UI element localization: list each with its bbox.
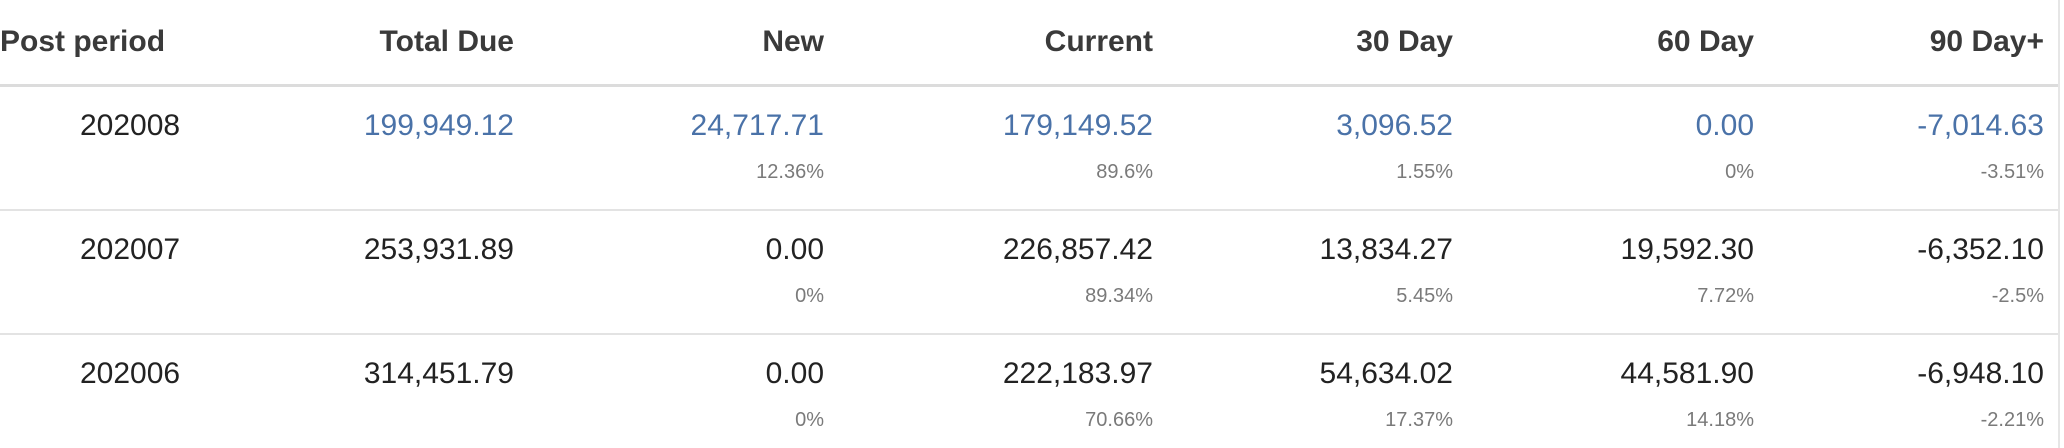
table-header: Post period Total Due New Current 30 Day… [0, 0, 2058, 87]
day60-cell: 19,592.30 7.72% [1467, 209, 1768, 335]
current-cell: 222,183.97 70.66% [838, 334, 1167, 448]
table-row: 202006 314,451.79 0.00 0% 222,183.97 70.… [0, 334, 2058, 448]
column-header-90-day-plus[interactable]: 90 Day+ [1768, 0, 2058, 87]
day90-cell: -6,948.10 -2.21% [1768, 334, 2058, 448]
total-due-value: 314,451.79 [363, 356, 514, 390]
day90-cell: -6,352.10 -2.5% [1768, 209, 2058, 335]
current-amount: 226,857.42 [1002, 232, 1153, 266]
total-due-cell: 314,451.79 [205, 334, 528, 448]
day90-amount: -6,352.10 [1917, 232, 2044, 266]
column-header-current[interactable]: Current [838, 0, 1167, 87]
day60-amount: 19,592.30 [1620, 232, 1754, 266]
total-due-cell: 253,931.89 [205, 209, 528, 335]
current-percent: 89.6% [1096, 161, 1153, 183]
current-cell: 179,149.52 89.6% [838, 85, 1167, 211]
post-period-value: 202006 [80, 356, 181, 390]
total-due-value: 253,931.89 [363, 232, 514, 266]
table-row: 202007 253,931.89 0.00 0% 226,857.42 89.… [0, 209, 2058, 335]
day60-amount: 44,581.90 [1620, 356, 1754, 390]
total-due-link[interactable]: 199,949.12 [205, 87, 514, 143]
day90-percent: -3.51% [1980, 161, 2044, 183]
new-amount: 0.00 [765, 356, 824, 390]
column-header-new[interactable]: New [528, 0, 838, 87]
day60-cell: 44,581.90 14.18% [1467, 334, 1768, 448]
current-percent: 70.66% [1085, 408, 1153, 431]
day90-cell: -7,014.63 -3.51% [1768, 85, 2058, 211]
day90-amount-link[interactable]: -7,014.63 [1768, 87, 2044, 143]
new-cell: 24,717.71 12.36% [528, 85, 838, 211]
period-cell: 202008 [0, 85, 205, 211]
current-amount: 222,183.97 [1002, 356, 1153, 390]
day30-amount: 13,834.27 [1319, 232, 1453, 266]
table-body: 202008 199,949.12 24,717.71 12.36% 179,1… [0, 85, 2058, 448]
day30-cell: 3,096.52 1.55% [1167, 85, 1467, 211]
day30-percent: 17.37% [1385, 408, 1453, 431]
aging-report-panel: Post period Total Due New Current 30 Day… [0, 0, 2064, 448]
new-percent: 0% [795, 284, 824, 307]
current-amount-link[interactable]: 179,149.52 [838, 87, 1153, 143]
day60-amount-link[interactable]: 0.00 [1467, 87, 1754, 143]
column-header-total-due[interactable]: Total Due [205, 0, 528, 87]
day30-cell: 54,634.02 17.37% [1167, 334, 1467, 448]
column-header-post-period[interactable]: Post period [0, 0, 205, 87]
new-percent: 12.36% [756, 161, 824, 183]
period-cell: 202007 [0, 209, 205, 335]
current-percent: 89.34% [1085, 284, 1153, 307]
new-amount: 0.00 [765, 232, 824, 266]
current-cell: 226,857.42 89.34% [838, 209, 1167, 335]
day30-cell: 13,834.27 5.45% [1167, 209, 1467, 335]
new-amount-link[interactable]: 24,717.71 [528, 87, 824, 143]
day60-percent: 14.18% [1686, 408, 1754, 431]
table-row: 202008 199,949.12 24,717.71 12.36% 179,1… [0, 85, 2058, 211]
post-period-value: 202008 [80, 109, 181, 142]
new-cell: 0.00 0% [528, 209, 838, 335]
day90-percent: -2.21% [1980, 408, 2044, 431]
day30-percent: 1.55% [1396, 161, 1453, 183]
new-cell: 0.00 0% [528, 334, 838, 448]
header-row: Post period Total Due New Current 30 Day… [0, 0, 2058, 87]
panel-right-border [2058, 0, 2060, 448]
day60-percent: 7.72% [1697, 284, 1754, 307]
day30-amount-link[interactable]: 3,096.52 [1167, 87, 1453, 143]
day90-amount: -6,948.10 [1917, 356, 2044, 390]
day90-percent: -2.5% [1991, 284, 2044, 307]
aging-table: Post period Total Due New Current 30 Day… [0, 0, 2058, 448]
total-due-cell: 199,949.12 [205, 85, 528, 211]
day60-percent: 0% [1725, 161, 1754, 183]
new-percent: 0% [795, 408, 824, 431]
day30-percent: 5.45% [1396, 284, 1453, 307]
day60-cell: 0.00 0% [1467, 85, 1768, 211]
column-header-60-day[interactable]: 60 Day [1467, 0, 1768, 87]
column-header-30-day[interactable]: 30 Day [1167, 0, 1467, 87]
day30-amount: 54,634.02 [1319, 356, 1453, 390]
period-cell: 202006 [0, 334, 205, 448]
post-period-value: 202007 [80, 232, 181, 266]
